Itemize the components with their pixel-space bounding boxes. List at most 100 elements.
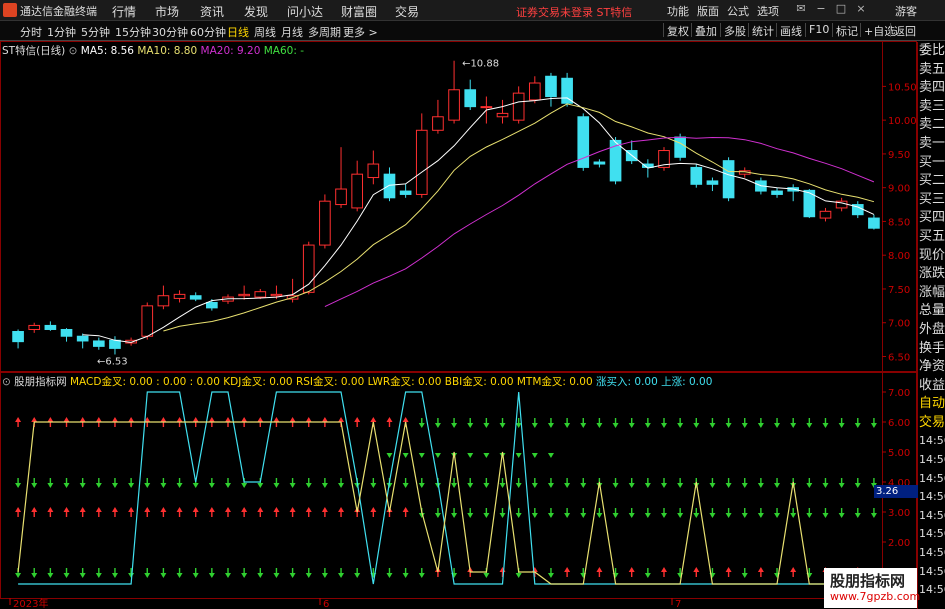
time-label: 7 — [675, 599, 681, 609]
candle-body — [92, 340, 105, 347]
price-tick-label: 8.00 — [888, 251, 910, 262]
sidebar-item[interactable]: 14:56 — [918, 432, 945, 451]
sidebar-item[interactable]: 14:56 — [918, 563, 945, 582]
sell-arrow-icon — [467, 508, 474, 518]
candle-body — [706, 180, 719, 185]
sell-arrow-icon — [612, 478, 619, 488]
sell-arrow-icon — [822, 508, 829, 518]
sell-arrow-icon — [515, 453, 522, 458]
ind-bbi: BBI金叉: 0.00 — [444, 376, 514, 388]
price-tick-label: 6.50 — [888, 352, 910, 363]
sell-arrow-icon — [111, 568, 118, 578]
ind-up: 上涨: 0.00 — [661, 376, 713, 388]
sell-arrow-icon — [241, 568, 248, 578]
price-tick-label: 8.50 — [888, 217, 910, 228]
sidebar-item[interactable]: 委比 — [918, 42, 945, 61]
sell-arrow-icon — [402, 478, 409, 488]
sidebar-item[interactable]: 收益 — [918, 377, 945, 396]
price-tick-label: 7.50 — [888, 285, 910, 296]
buy-arrow-icon — [15, 417, 22, 427]
candle-body — [254, 291, 267, 298]
sidebar-item[interactable]: 卖五 — [918, 61, 945, 80]
sidebar-item[interactable]: 涨幅 — [918, 284, 945, 303]
sell-arrow-icon — [870, 508, 877, 518]
buy-arrow-icon — [628, 567, 635, 577]
ind-macd: MACD金叉: 0.00 : 0.00 : 0.00 — [70, 376, 220, 388]
sell-arrow-icon — [128, 478, 135, 488]
buy-arrow-icon — [564, 567, 571, 577]
sell-arrow-icon — [176, 568, 183, 578]
ma60-value: MA60: - — [263, 45, 304, 57]
sidebar-item[interactable]: 换手 — [918, 340, 945, 359]
sidebar-item[interactable]: 买一 — [918, 154, 945, 173]
candle-body — [415, 129, 428, 195]
candle-body — [302, 244, 315, 293]
ind-rsi: RSI金叉: 0.00 — [295, 376, 365, 388]
sell-arrow-icon — [418, 568, 425, 578]
candle-body — [448, 89, 460, 121]
sidebar-item[interactable]: 14:56 — [918, 507, 945, 526]
sidebar-item[interactable]: 14:56 — [918, 451, 945, 470]
ind-buy: 涨买入: 0.00 — [596, 376, 658, 388]
buy-arrow-icon — [661, 567, 667, 577]
sell-arrow-icon — [854, 508, 861, 518]
sidebar-item[interactable]: 买四 — [918, 209, 945, 228]
sidebar-item[interactable]: 交易 — [918, 414, 945, 433]
candle-body — [367, 163, 380, 179]
sell-arrow-icon — [483, 418, 490, 428]
sell-arrow-icon — [289, 568, 296, 578]
candle-body — [109, 339, 121, 349]
sidebar-item[interactable]: 14:56 — [918, 544, 945, 563]
kline-chart[interactable]: 10.50 10.00 9.50 9.00 8.50 8.00 7.50 7.00 6.50 7.… — [0, 0, 917, 609]
sidebar-item[interactable]: 自动 — [918, 395, 945, 414]
sidebar-item[interactable]: 14:56 — [918, 581, 945, 600]
sidebar-item[interactable]: 卖二 — [918, 116, 945, 135]
sidebar-item[interactable]: 总量 — [918, 302, 945, 321]
buy-arrow-icon — [241, 507, 248, 517]
sell-arrow-icon — [451, 418, 458, 428]
buy-arrow-icon — [47, 507, 54, 517]
sell-arrow-icon — [160, 568, 167, 578]
sell-arrow-icon — [47, 568, 54, 578]
sidebar-item[interactable]: 卖三 — [918, 98, 945, 117]
sidebar-item[interactable]: 卖一 — [918, 135, 945, 154]
sidebar-item[interactable]: 14:56 — [918, 470, 945, 489]
sell-arrow-icon — [806, 478, 813, 488]
sidebar-item[interactable]: 卖四 — [918, 79, 945, 98]
sell-arrow-icon — [564, 418, 571, 428]
ma-legend: ST特信(日线) ⊙ MA5: 8.56 MA10: 8.80 MA20: 9.… — [2, 43, 304, 58]
sidebar-item[interactable]: 净资 — [918, 358, 945, 377]
sell-arrow-icon — [580, 478, 587, 488]
candle-body — [335, 188, 347, 206]
sell-arrow-icon — [806, 418, 813, 428]
candle-body — [432, 116, 444, 131]
sell-arrow-icon — [822, 418, 829, 428]
buy-arrow-icon — [128, 507, 135, 517]
indicator-legend: ⊙ 股朋指标网 MACD金叉: 0.00 : 0.00 : 0.00 KDJ金叉… — [2, 374, 712, 389]
sell-arrow-icon — [564, 508, 571, 518]
sell-arrow-icon — [612, 418, 619, 428]
sidebar-item[interactable]: 14:56 — [918, 488, 945, 507]
sidebar-item[interactable]: 买三 — [918, 191, 945, 210]
sidebar-item[interactable]: 涨跌 — [918, 265, 945, 284]
sell-arrow-icon — [31, 568, 38, 578]
sell-arrow-icon — [854, 478, 861, 488]
sell-arrow-icon — [31, 478, 38, 488]
sidebar-item[interactable]: 买二 — [918, 172, 945, 191]
sell-arrow-icon — [531, 418, 538, 428]
ind-kdj: KDJ金叉: 0.00 — [223, 376, 293, 388]
settings-icon[interactable]: ⊙ — [69, 45, 78, 57]
sell-arrow-icon — [709, 478, 716, 488]
sell-arrow-icon — [321, 478, 328, 488]
candle-body — [44, 324, 57, 330]
sell-arrow-icon — [483, 453, 490, 458]
sell-arrow-icon — [467, 418, 474, 428]
sidebar-item[interactable]: 现价 — [918, 247, 945, 266]
sell-arrow-icon — [386, 453, 393, 458]
indicator-settings-icon[interactable]: ⊙ — [2, 376, 11, 388]
sidebar-item[interactable]: 14:56 — [918, 525, 945, 544]
sell-arrow-icon — [628, 418, 635, 428]
sidebar-item[interactable]: 外盘 — [918, 321, 945, 340]
ind-tick-label: 7.00 — [888, 388, 910, 399]
sidebar-item[interactable]: 买五 — [918, 228, 945, 247]
